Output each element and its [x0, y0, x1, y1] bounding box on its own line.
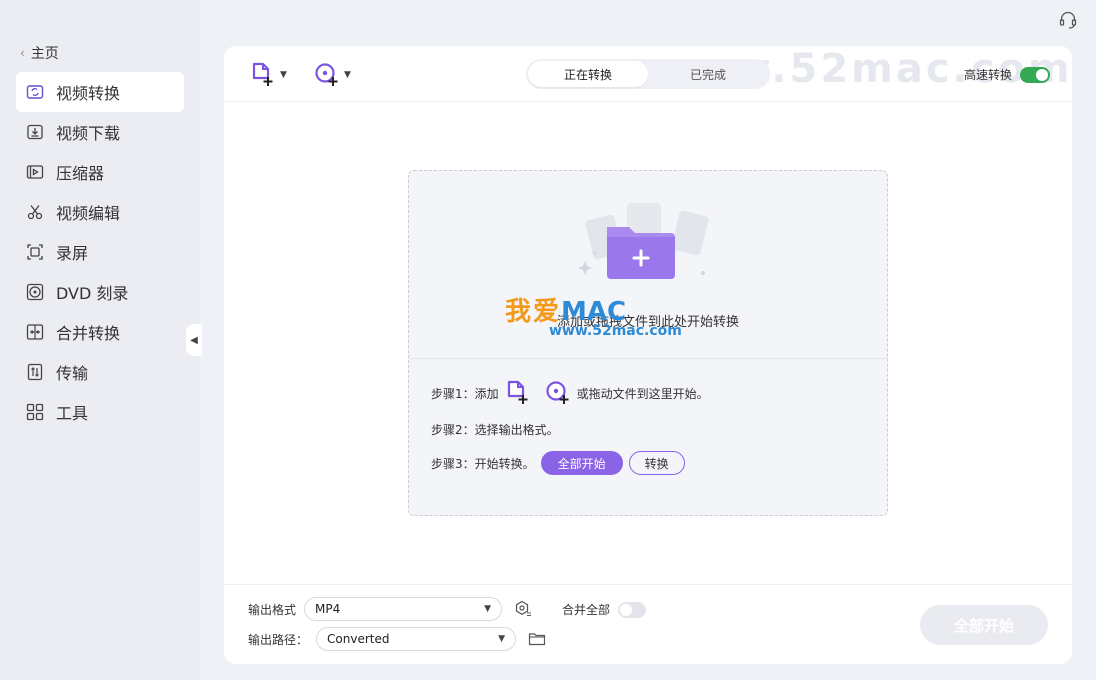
- sidebar-item-label: 视频编辑: [56, 204, 121, 223]
- add-file-button[interactable]: ▼: [250, 62, 287, 88]
- chevron-down-icon: ▼: [484, 604, 492, 614]
- output-format-row: 输出格式 MP4 ▼: [248, 597, 532, 621]
- output-path-row: 输出路径： Converted ▼: [248, 627, 546, 651]
- add-dvd-icon[interactable]: [545, 380, 571, 406]
- sidebar-item-tools[interactable]: 工具: [16, 392, 184, 432]
- dvd-icon: [26, 283, 44, 301]
- screen-record-icon: [26, 243, 44, 261]
- tab-converting[interactable]: 正在转换: [528, 61, 648, 87]
- add-dvd-button[interactable]: ▼: [314, 62, 351, 88]
- add-folder-illustration-icon: [579, 203, 709, 279]
- folder-icon[interactable]: [528, 630, 546, 648]
- convert-tabs: 正在转换 已完成: [526, 59, 770, 89]
- output-path-select[interactable]: Converted ▼: [316, 627, 517, 651]
- sidebar-item-label: 压缩器: [56, 164, 105, 183]
- high-speed-label: 高速转换: [963, 68, 1012, 82]
- step-1: 步骤1：添加 或拖动文件到这里开始。: [431, 377, 709, 409]
- drop-zone-upper: 添加或拖拽文件到此处开始转换 我爱MAC www.52mac.com: [409, 171, 887, 359]
- add-dvd-icon: [315, 63, 338, 86]
- chevron-down-icon: ▼: [280, 70, 287, 80]
- step-1-prefix: 步骤1：添加: [431, 386, 499, 401]
- sidebar-collapse-button[interactable]: ◀: [186, 324, 202, 356]
- headset-support-icon[interactable]: [1058, 10, 1078, 30]
- main-panel: ▼ ▼ www.52mac.com 正在转换 已完成 高速转换 添加或拖拽文件到…: [224, 46, 1072, 664]
- watermark-logo: 我爱MAC www.52mac.com: [505, 291, 682, 339]
- format-settings-icon[interactable]: [514, 600, 532, 618]
- step-convert-button[interactable]: 转换: [628, 451, 685, 475]
- step-start-all-button[interactable]: 全部开始: [540, 451, 623, 475]
- compressor-icon: [26, 163, 44, 181]
- home-link[interactable]: ‹ 主页: [20, 43, 59, 63]
- sidebar-item-dvd-burn[interactable]: DVD 刻录: [16, 272, 184, 312]
- merge-all-toggle[interactable]: [618, 601, 647, 618]
- sidebar-item-label: 视频下载: [56, 124, 121, 143]
- sidebar: ‹ 主页 视频转换 视频下载 压缩器 视频编辑 录屏 DVD 刻录 合并转换 传…: [0, 0, 200, 680]
- sidebar-item-screen-record[interactable]: 录屏: [16, 232, 184, 272]
- sidebar-nav: 视频转换 视频下载 压缩器 视频编辑 录屏 DVD 刻录 合并转换 传输 工具: [16, 72, 184, 432]
- app-window: ‹ 主页 视频转换 视频下载 压缩器 视频编辑 录屏 DVD 刻录 合并转换 传…: [0, 0, 1096, 680]
- output-path-value: Converted: [327, 632, 390, 646]
- sidebar-item-merge-convert[interactable]: 合并转换: [16, 312, 184, 352]
- chevron-down-icon: ▼: [498, 634, 506, 644]
- step-2: 步骤2：选择输出格式。: [431, 415, 709, 443]
- tools-icon: [26, 403, 44, 421]
- chevron-left-icon: ‹: [20, 46, 25, 60]
- chevron-left-icon: ◀: [190, 334, 198, 346]
- video-download-icon: [26, 123, 44, 141]
- scissors-icon: [26, 203, 44, 221]
- sidebar-item-compressor[interactable]: 压缩器: [16, 152, 184, 192]
- step-1-suffix: 或拖动文件到这里开始。: [576, 386, 709, 401]
- sidebar-item-video-download[interactable]: 视频下载: [16, 112, 184, 152]
- output-format-select[interactable]: MP4 ▼: [304, 597, 503, 621]
- merge-all: 合并全部: [562, 601, 647, 618]
- sidebar-item-label: DVD 刻录: [56, 284, 129, 303]
- merge-icon: [26, 323, 44, 341]
- steps-guide: 步骤1：添加 或拖动文件到这里开始。 步骤2：选择输出格式。 步骤3：开始转换。…: [431, 377, 709, 477]
- step-3-text: 步骤3：开始转换。: [431, 456, 535, 471]
- sidebar-item-label: 录屏: [56, 244, 89, 263]
- high-speed-toggle[interactable]: [1020, 66, 1050, 83]
- step-3: 步骤3：开始转换。 全部开始 转换: [431, 449, 709, 477]
- tab-finished[interactable]: 已完成: [648, 61, 768, 87]
- output-path-label: 输出路径：: [248, 632, 309, 647]
- add-file-icon[interactable]: [505, 380, 531, 406]
- sidebar-item-label: 合并转换: [56, 324, 121, 343]
- sidebar-item-label: 视频转换: [56, 84, 121, 103]
- merge-all-label: 合并全部: [562, 603, 611, 617]
- toolbar: ▼ ▼ www.52mac.com 正在转换 已完成 高速转换: [224, 46, 1072, 102]
- sidebar-item-label: 工具: [56, 404, 89, 423]
- output-format-label: 输出格式: [248, 602, 297, 617]
- sidebar-item-label: 传输: [56, 364, 89, 383]
- transfer-icon: [26, 363, 44, 381]
- sidebar-item-video-edit[interactable]: 视频编辑: [16, 192, 184, 232]
- watermark-logo-url: www.52mac.com: [549, 323, 682, 339]
- step-2-text: 步骤2：选择输出格式。: [431, 422, 559, 437]
- footer-bar: 输出格式 MP4 ▼ 合并全部 输出路径： Converted ▼ 全部开始: [224, 584, 1072, 664]
- high-speed-convert: 高速转换: [964, 66, 1050, 83]
- video-convert-icon: [26, 83, 44, 101]
- home-label: 主页: [30, 46, 59, 62]
- sidebar-item-transfer[interactable]: 传输: [16, 352, 184, 392]
- output-format-value: MP4: [315, 602, 341, 616]
- sidebar-item-video-convert[interactable]: 视频转换: [16, 72, 184, 112]
- chevron-down-icon: ▼: [344, 70, 351, 80]
- start-all-button[interactable]: 全部开始: [920, 605, 1048, 645]
- drop-zone[interactable]: 添加或拖拽文件到此处开始转换 我爱MAC www.52mac.com 步骤1：添…: [408, 170, 888, 516]
- add-file-icon: [252, 62, 273, 86]
